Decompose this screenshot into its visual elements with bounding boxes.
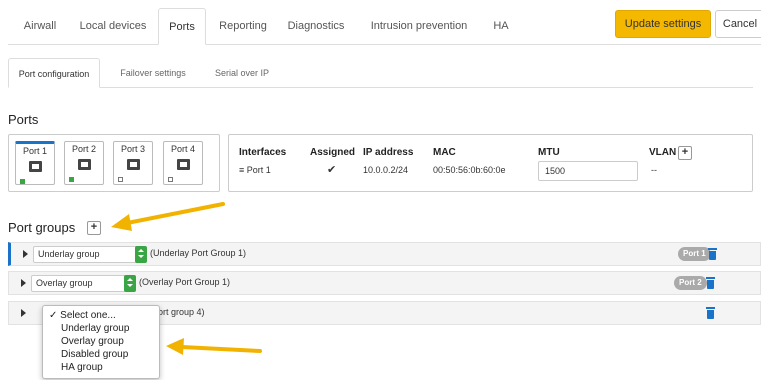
column-header-mtu: MTU	[538, 147, 560, 158]
expand-caret-icon[interactable]	[21, 309, 26, 317]
tab-ports[interactable]: Ports	[158, 8, 206, 45]
port-group-row[interactable]: Underlay group (Underlay Port Group 1) P…	[8, 242, 761, 266]
tab-local-devices[interactable]: Local devices	[70, 8, 156, 45]
ports-panel: Port 1 Port 2 Port 3 Port 4	[8, 134, 220, 192]
ethernet-port-icon	[29, 161, 42, 172]
tab-port-configuration[interactable]: Port configuration	[8, 58, 100, 88]
tab-failover-settings[interactable]: Failover settings	[108, 58, 198, 88]
column-header-assigned: Assigned	[310, 147, 356, 158]
port-badge: Port 1	[678, 247, 711, 261]
group-type-select[interactable]: Overlay group	[31, 275, 136, 292]
dropdown-option-overlay[interactable]: Overlay group	[61, 336, 124, 347]
update-settings-button[interactable]: Update settings	[615, 10, 711, 38]
add-vlan-button[interactable]: +	[678, 146, 692, 160]
group-type-select[interactable]: Underlay group	[33, 246, 147, 263]
interface-name[interactable]: ≡ Port 1	[239, 165, 271, 175]
add-port-group-button[interactable]: +	[87, 221, 101, 235]
callout-arrow-icon	[166, 338, 262, 355]
cancel-button[interactable]: Cancel	[715, 10, 761, 38]
trash-icon[interactable]	[706, 277, 715, 289]
column-header-interfaces: Interfaces	[239, 147, 287, 158]
tab-ha[interactable]: HA	[486, 8, 516, 45]
group-description: (Overlay Port Group 1)	[139, 277, 231, 287]
tab-serial-over-ip[interactable]: Serial over IP	[204, 58, 280, 88]
mac-address-value: 00:50:56:0b:60:0e	[433, 165, 506, 175]
select-arrow-icon[interactable]	[135, 246, 147, 263]
mtu-field[interactable]	[538, 161, 638, 181]
column-header-vlan: VLAN	[649, 147, 677, 158]
dropdown-option-select-one[interactable]: ✓ Select one...	[49, 310, 116, 321]
assigned-check-icon: ✔	[327, 164, 337, 176]
trash-icon[interactable]	[706, 307, 715, 319]
ip-address-value: 10.0.0.2/24	[363, 165, 409, 175]
ethernet-port-icon	[127, 159, 140, 170]
tab-diagnostics[interactable]: Diagnostics	[280, 8, 352, 45]
port-label: Port 3	[120, 144, 145, 154]
dropdown-option-underlay[interactable]: Underlay group	[61, 323, 129, 334]
select-arrow-icon[interactable]	[124, 275, 136, 292]
port-tile-1[interactable]: Port 1	[15, 141, 55, 185]
port-groups-heading: Port groups	[8, 220, 76, 235]
interfaces-table: Interfaces Assigned IP address MAC MTU V…	[228, 134, 753, 192]
port-label: Port 4	[170, 144, 195, 154]
dropdown-option-disabled[interactable]: Disabled group	[61, 349, 128, 360]
expand-caret-icon[interactable]	[23, 250, 28, 258]
port-group-row[interactable]: Overlay group (Overlay Port Group 1) Por…	[8, 271, 761, 295]
group-type-dropdown[interactable]: ✓ Select one... Underlay group Overlay g…	[42, 305, 160, 379]
port-label: Port 2	[71, 144, 96, 154]
vlan-value: --	[651, 165, 657, 175]
group-description: (Underlay Port Group 1)	[150, 248, 247, 258]
port-label: Port 1	[22, 146, 47, 156]
group-type-value: Underlay group	[38, 249, 100, 259]
sub-tab-bar: Port configuration Failover settings Ser…	[8, 58, 753, 88]
ethernet-port-icon	[177, 159, 190, 170]
column-header-mac: MAC	[433, 147, 456, 158]
link-status-led	[20, 179, 25, 184]
port-tile-2[interactable]: Port 2	[64, 141, 104, 185]
link-status-led	[118, 177, 123, 182]
tab-intrusion-prevention[interactable]: Intrusion prevention	[358, 8, 480, 45]
ethernet-port-icon	[78, 159, 91, 170]
link-status-led	[168, 177, 173, 182]
group-description: ort group 4)	[158, 307, 205, 317]
link-status-led	[69, 177, 74, 182]
trash-icon[interactable]	[708, 248, 717, 260]
tab-airwall[interactable]: Airwall	[12, 8, 68, 45]
callout-arrow-icon	[111, 202, 225, 231]
port-tile-4[interactable]: Port 4	[163, 141, 203, 185]
port-badge: Port 2	[674, 276, 707, 290]
group-type-value: Overlay group	[36, 278, 93, 288]
port-tile-3[interactable]: Port 3	[113, 141, 153, 185]
tab-reporting[interactable]: Reporting	[210, 8, 276, 45]
ports-heading: Ports	[8, 112, 39, 127]
dropdown-option-ha[interactable]: HA group	[61, 362, 103, 373]
column-header-ip-address: IP address	[363, 147, 414, 158]
expand-caret-icon[interactable]	[21, 279, 26, 287]
